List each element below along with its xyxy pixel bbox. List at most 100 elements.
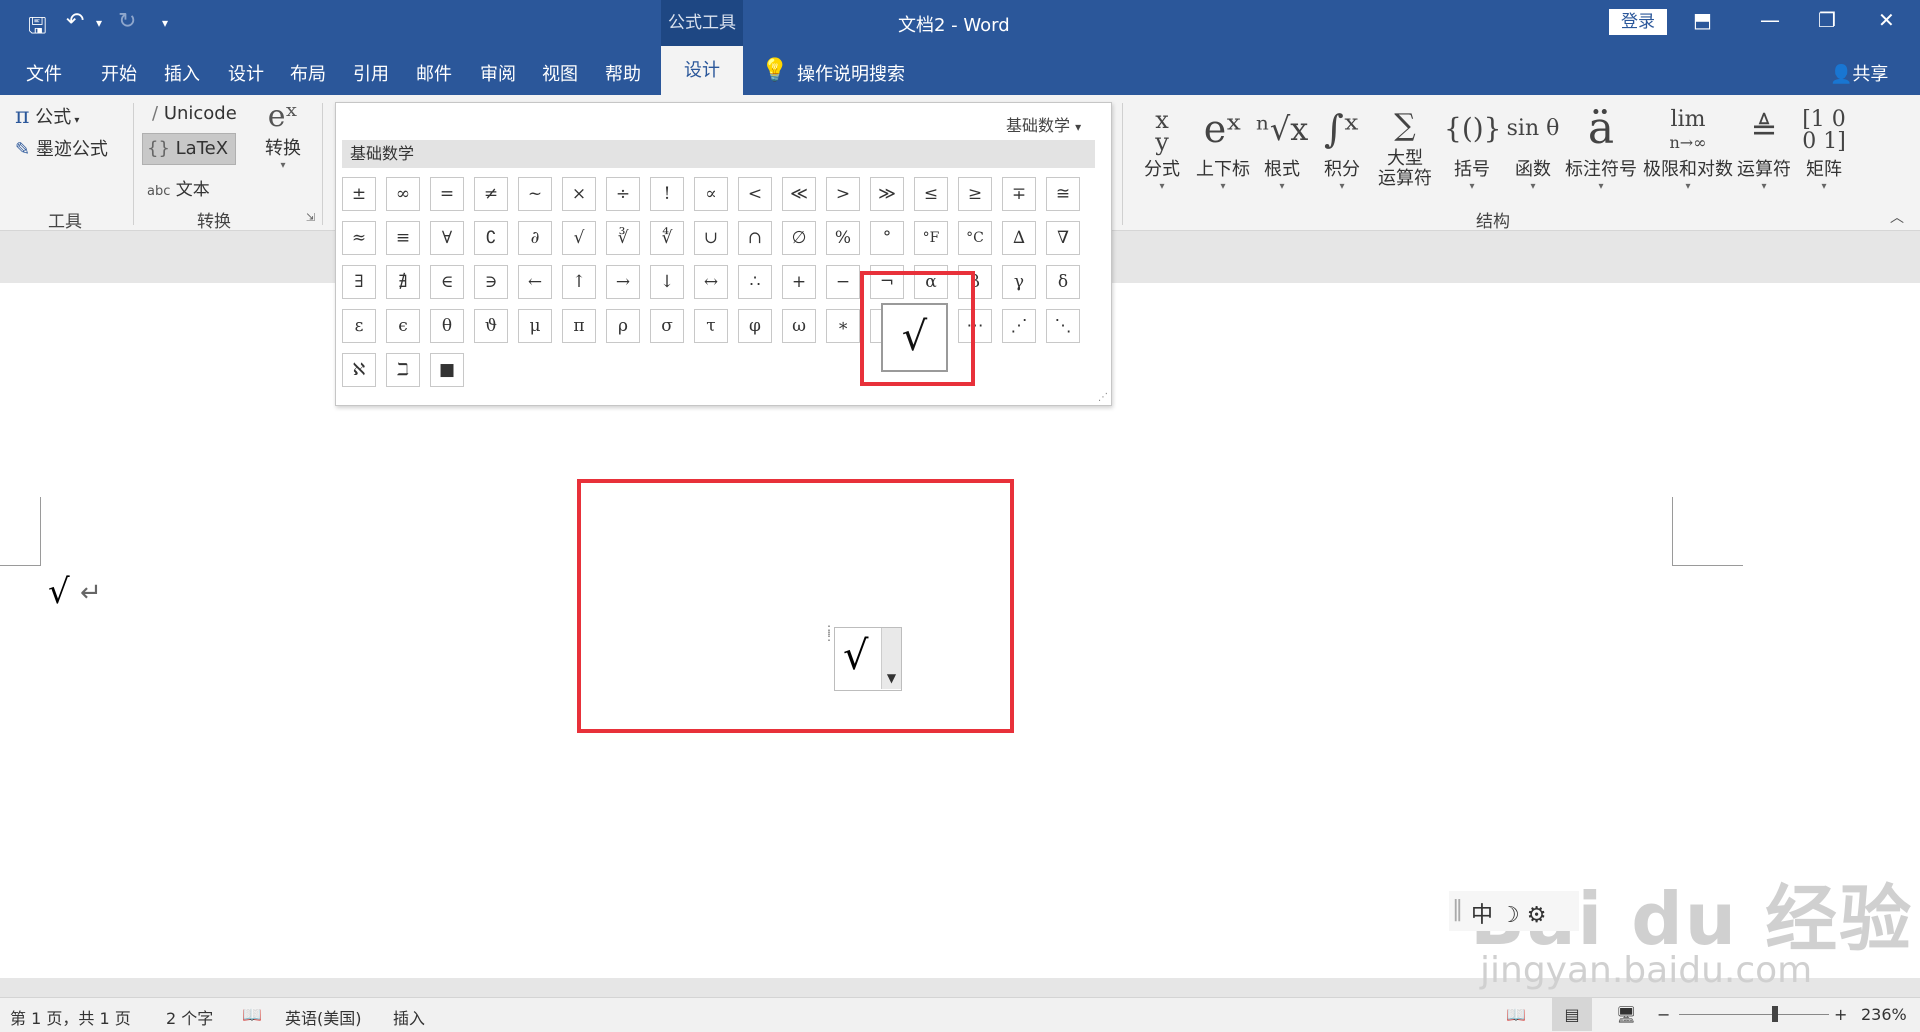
radical-button[interactable]: ⁿ√x 根式 ▾: [1256, 103, 1308, 192]
symbol-button[interactable]: ω: [782, 309, 816, 343]
symbol-button[interactable]: ∅: [782, 221, 816, 255]
symbol-button[interactable]: ∀: [430, 221, 464, 255]
document-sqrt-symbol[interactable]: √: [48, 572, 70, 612]
symbol-button[interactable]: ≡: [386, 221, 420, 255]
symbol-button[interactable]: %: [826, 221, 860, 255]
read-mode-icon[interactable]: 📖: [1506, 1005, 1526, 1024]
latex-button[interactable]: {} LaTeX: [142, 133, 236, 165]
tab-view[interactable]: 视图: [542, 60, 578, 86]
category-dropdown[interactable]: 基础数学 ▾: [1006, 112, 1081, 136]
symbol-button[interactable]: φ: [738, 309, 772, 343]
symbol-button[interactable]: θ: [430, 309, 464, 343]
equation-button[interactable]: π 公式 ▾: [15, 103, 79, 129]
tab-file[interactable]: 文件: [26, 60, 62, 86]
symbol-button[interactable]: ⋰: [1002, 309, 1036, 343]
symbol-button[interactable]: ℵ: [342, 353, 376, 387]
language[interactable]: 英语(美国): [285, 1005, 362, 1029]
accent-button[interactable]: ä 标注符号 ▾: [1564, 103, 1638, 192]
symbol-button[interactable]: ∜: [650, 221, 684, 255]
tab-help[interactable]: 帮助: [605, 60, 641, 86]
page-count[interactable]: 第 1 页，共 1 页: [10, 1005, 131, 1029]
symbol-button[interactable]: ∗: [826, 309, 860, 343]
symbol-button[interactable]: ∝: [694, 177, 728, 211]
symbol-button[interactable]: →: [606, 265, 640, 299]
symbol-button[interactable]: ≫: [870, 177, 904, 211]
ink-equation-button[interactable]: ✎ 墨迹公式: [15, 135, 108, 161]
zoom-slider-thumb[interactable]: [1772, 1006, 1778, 1022]
web-layout-icon[interactable]: 🖥: [1616, 1005, 1636, 1024]
word-count[interactable]: 2 个字: [166, 1005, 213, 1029]
integral-button[interactable]: ∫ˣ 积分 ▾: [1316, 103, 1368, 192]
symbol-button[interactable]: σ: [650, 309, 684, 343]
function-button[interactable]: sin θ 函数 ▾: [1504, 103, 1562, 192]
bracket-button[interactable]: {()} 括号 ▾: [1444, 103, 1501, 192]
close-icon[interactable]: ✕: [1878, 8, 1895, 32]
symbol-button[interactable]: >: [826, 177, 860, 211]
zoom-slider[interactable]: [1679, 1014, 1829, 1015]
symbol-button[interactable]: ×: [562, 177, 596, 211]
print-layout-icon[interactable]: ▤: [1552, 998, 1592, 1031]
symbol-button[interactable]: ϑ: [474, 309, 508, 343]
symbol-button[interactable]: ■: [430, 353, 464, 387]
symbol-button[interactable]: ≅: [1046, 177, 1080, 211]
symbol-button[interactable]: ∞: [386, 177, 420, 211]
symbol-button[interactable]: ∋: [474, 265, 508, 299]
text-button[interactable]: abc 文本: [147, 175, 210, 200]
symbol-button[interactable]: ∇: [1046, 221, 1080, 255]
symbol-button[interactable]: γ: [1002, 265, 1036, 299]
matrix-button[interactable]: [1 00 1] 矩阵 ▾: [1796, 103, 1852, 193]
zoom-in-button[interactable]: +: [1834, 1005, 1847, 1024]
ime-status[interactable]: 中 ☽ ⚙: [1471, 897, 1546, 929]
collapse-ribbon-icon[interactable]: ︿: [1890, 207, 1904, 227]
login-button[interactable]: 登录: [1609, 9, 1667, 35]
tell-me-search[interactable]: 操作说明搜索: [797, 60, 905, 86]
symbol-button[interactable]: °: [870, 221, 904, 255]
symbol-button[interactable]: π: [562, 309, 596, 343]
zoom-level[interactable]: 236%: [1861, 1005, 1907, 1024]
symbol-button[interactable]: ∃: [342, 265, 376, 299]
symbol-button[interactable]: ∓: [1002, 177, 1036, 211]
symbol-button[interactable]: ÷: [606, 177, 640, 211]
tab-insert[interactable]: 插入: [164, 60, 200, 86]
tab-design[interactable]: 设计: [228, 60, 264, 86]
restore-icon[interactable]: ❐: [1818, 8, 1836, 32]
zoom-out-button[interactable]: −: [1657, 1005, 1670, 1024]
customize-icon[interactable]: ▾: [162, 16, 168, 30]
resize-grip-icon[interactable]: ⋰: [1098, 392, 1108, 403]
symbol-button[interactable]: =: [430, 177, 464, 211]
tab-references[interactable]: 引用: [353, 60, 389, 86]
script-button[interactable]: eˣ 上下标 ▾: [1192, 103, 1254, 192]
symbol-button[interactable]: ⋱: [1046, 309, 1080, 343]
symbol-button[interactable]: ∴: [738, 265, 772, 299]
minimize-icon[interactable]: —: [1760, 8, 1780, 32]
symbol-button[interactable]: ≥: [958, 177, 992, 211]
symbol-button[interactable]: !: [650, 177, 684, 211]
share-button[interactable]: 👤共享: [1830, 60, 1888, 86]
symbol-button[interactable]: τ: [694, 309, 728, 343]
ime-toolbar[interactable]: ‖ 中 ☽ ⚙: [1449, 891, 1579, 931]
symbol-button[interactable]: ∂: [518, 221, 552, 255]
redo-icon[interactable]: ↻: [118, 9, 136, 34]
symbol-button[interactable]: ≪: [782, 177, 816, 211]
symbol-button[interactable]: ∁: [474, 221, 508, 255]
symbol-button[interactable]: ρ: [606, 309, 640, 343]
limit-log-button[interactable]: lim n→∞ 极限和对数 ▾: [1642, 103, 1734, 193]
tab-review[interactable]: 审阅: [480, 60, 516, 86]
symbol-button[interactable]: ∄: [386, 265, 420, 299]
undo-dropdown-icon[interactable]: ▾: [96, 16, 102, 30]
symbol-button[interactable]: ∪: [694, 221, 728, 255]
symbol-button[interactable]: °F: [914, 221, 948, 255]
dialog-launcher-icon[interactable]: ⇲: [306, 211, 315, 224]
symbol-button[interactable]: ε: [342, 309, 376, 343]
symbol-button[interactable]: ≤: [914, 177, 948, 211]
tab-mailings[interactable]: 邮件: [416, 60, 452, 86]
insert-mode[interactable]: 插入: [393, 1005, 425, 1029]
symbol-button[interactable]: ↔: [694, 265, 728, 299]
symbol-button[interactable]: −: [826, 265, 860, 299]
tab-equation-design[interactable]: 设计: [661, 46, 743, 95]
symbol-button[interactable]: ℶ: [386, 353, 420, 387]
ribbon-display-options-icon[interactable]: ⬒: [1693, 8, 1712, 32]
symbol-button[interactable]: ∛: [606, 221, 640, 255]
symbol-button[interactable]: °C: [958, 221, 992, 255]
symbol-button[interactable]: ↑: [562, 265, 596, 299]
